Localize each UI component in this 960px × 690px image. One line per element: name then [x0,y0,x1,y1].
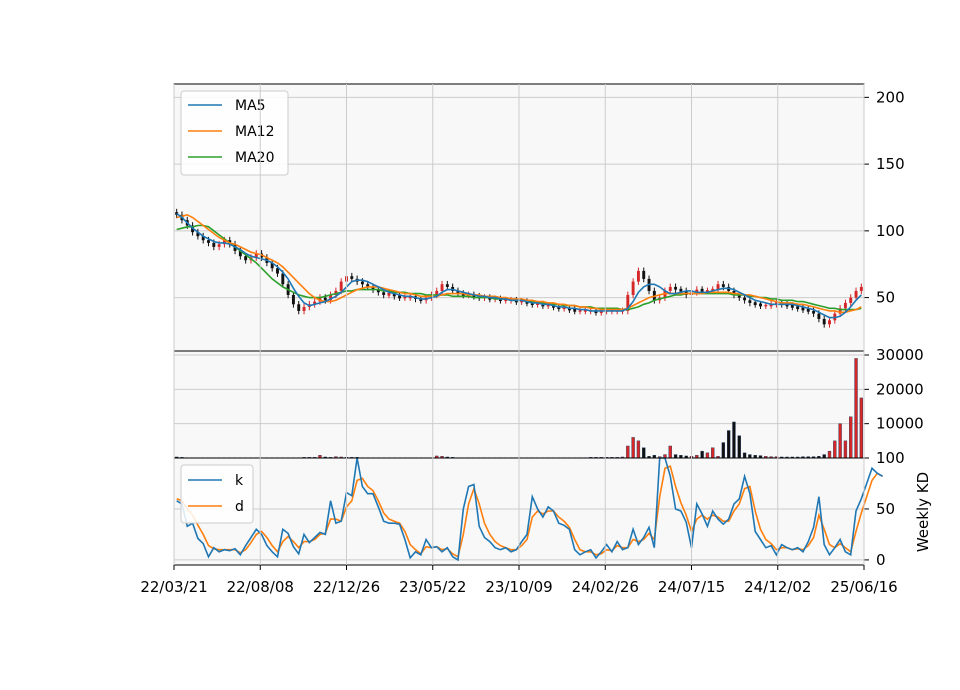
volume-ytick-label: 20000 [876,380,924,398]
kd-panel: 0 50 100 Weekly KD k d [173,449,932,569]
price-ytick-label: 100 [876,222,905,240]
legend-k-label: k [235,473,244,489]
volume-bar [849,416,853,459]
candle-body [642,270,646,279]
candle-body [244,256,248,261]
volume-bar [748,454,752,459]
x-tick-label: 24/07/15 [658,578,725,596]
kd-ytick-label: 100 [876,449,905,467]
figure: 50 100 150 200 MA5 MA12 MA20 10000 20000 3000… [0,0,960,690]
volume-bar [742,452,747,459]
candle-body [212,242,216,247]
candle-body [631,281,635,295]
candle-body [764,304,768,307]
candle-body [668,286,672,291]
volume-bar [822,454,826,459]
candle-body [339,281,343,291]
x-tick-label: 23/10/09 [485,578,552,596]
volume-bar [737,435,741,459]
candle-body [753,302,757,306]
candle-body [759,303,762,307]
kd-ylabel: Weekly KD [914,472,932,552]
volume-ytick-label: 30000 [876,346,924,364]
candle-body [849,297,853,303]
candle-body [748,300,752,303]
candle-body [297,304,301,311]
candle-body [721,284,725,287]
candle-body [812,310,816,314]
legend-ma12-label: MA12 [235,124,274,140]
volume-bar [827,450,832,459]
kd-ytick-label: 50 [876,500,895,518]
price-legend: MA5 MA12 MA20 [180,90,289,176]
candle-body [207,240,210,243]
price-ytick-label: 200 [876,88,905,106]
candle-body [822,318,826,325]
volume-bar [833,440,837,459]
volume-panel: 10000 20000 30000 [173,346,924,459]
price-ytick-label: 50 [876,289,895,307]
candle-body [700,288,704,292]
legend-ma5-label: MA5 [235,98,266,114]
x-tick-label: 22/08/08 [227,578,294,596]
volume-bar [838,423,842,459]
candle-body [281,273,285,285]
kd-ytick-label: 0 [876,551,886,569]
volume-bar [636,440,641,459]
volume-bar [721,442,726,459]
volume-bar [631,437,635,459]
x-tick-label: 22/03/21 [140,578,207,596]
candle-body [350,276,354,279]
candle-body [302,306,306,311]
candle-body [217,244,221,247]
candle-body [291,294,295,305]
candle-body [382,292,386,295]
volume-bar [642,447,646,459]
candle-body [440,284,444,291]
kd-legend: k d [180,464,254,524]
volume-bar [726,430,731,459]
legend-d-label: d [235,499,244,515]
price-ytick-label: 150 [876,155,905,173]
candle-body [323,297,327,301]
x-tick-label: 22/12/26 [313,578,380,596]
candle-body [636,270,640,282]
x-tick-label: 24/02/26 [572,578,639,596]
candle-body [578,310,582,312]
candle-body [854,290,858,298]
volume-bar [711,447,715,459]
volume-bar [668,445,672,459]
candle-body [743,297,747,301]
volume-bar [626,445,630,459]
price-panel: 50 100 150 200 MA5 MA12 MA20 [173,83,905,352]
candle-body [859,286,863,291]
candle-body [445,284,449,287]
volume-bar [700,450,704,459]
candle-body [843,302,847,309]
volume-bar [705,452,710,459]
x-tick-label: 25/06/16 [830,578,897,596]
volume-bar [673,454,678,459]
volume-bar [859,397,864,459]
volume-ytick-label: 10000 [876,415,924,433]
candle-body [817,313,821,319]
legend-ma20-label: MA20 [235,150,274,166]
volume-bar [843,440,848,459]
volume-bar [854,358,858,459]
x-tick-label: 23/05/22 [399,578,466,596]
candle-body [828,320,831,325]
x-tick-label: 24/12/02 [744,578,811,596]
candle-body [360,281,364,285]
candle-body [674,286,678,290]
volume-bar [732,421,736,459]
